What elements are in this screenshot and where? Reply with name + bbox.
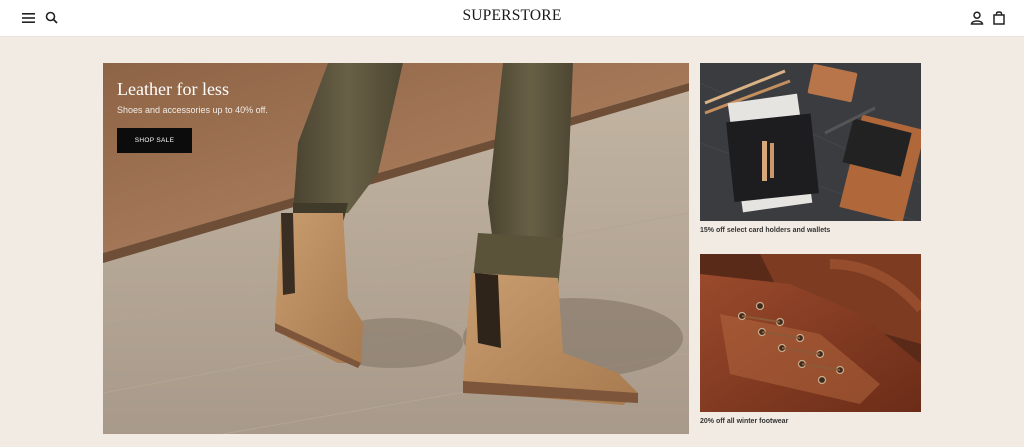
shop-sale-button[interactable]: SHOP SALE [117,128,192,153]
superstore-logo[interactable]: SUPERSTORE [0,7,1024,25]
promo-card-footwear[interactable]: 20% off all winter footwear [700,254,921,425]
top-navigation-bar: SUPERSTORE [0,0,1024,37]
hero-boots-image [103,63,689,434]
hero-subtitle: Shoes and accessories up to 40% off. [117,105,268,115]
hero-banner[interactable]: Leather for less Shoes and accessories u… [103,63,689,434]
promo-image-footwear [700,254,921,412]
promo-card-wallets[interactable]: 15% off select card holders and wallets [700,63,921,234]
promo-caption-wallets[interactable]: 15% off select card holders and wallets [700,227,921,234]
hero-title: Leather for less [117,79,229,99]
account-icon[interactable] [968,9,986,27]
promo-image-wallets [700,63,921,221]
promo-caption-footwear[interactable]: 20% off all winter footwear [700,418,921,425]
bag-icon[interactable] [990,9,1008,27]
